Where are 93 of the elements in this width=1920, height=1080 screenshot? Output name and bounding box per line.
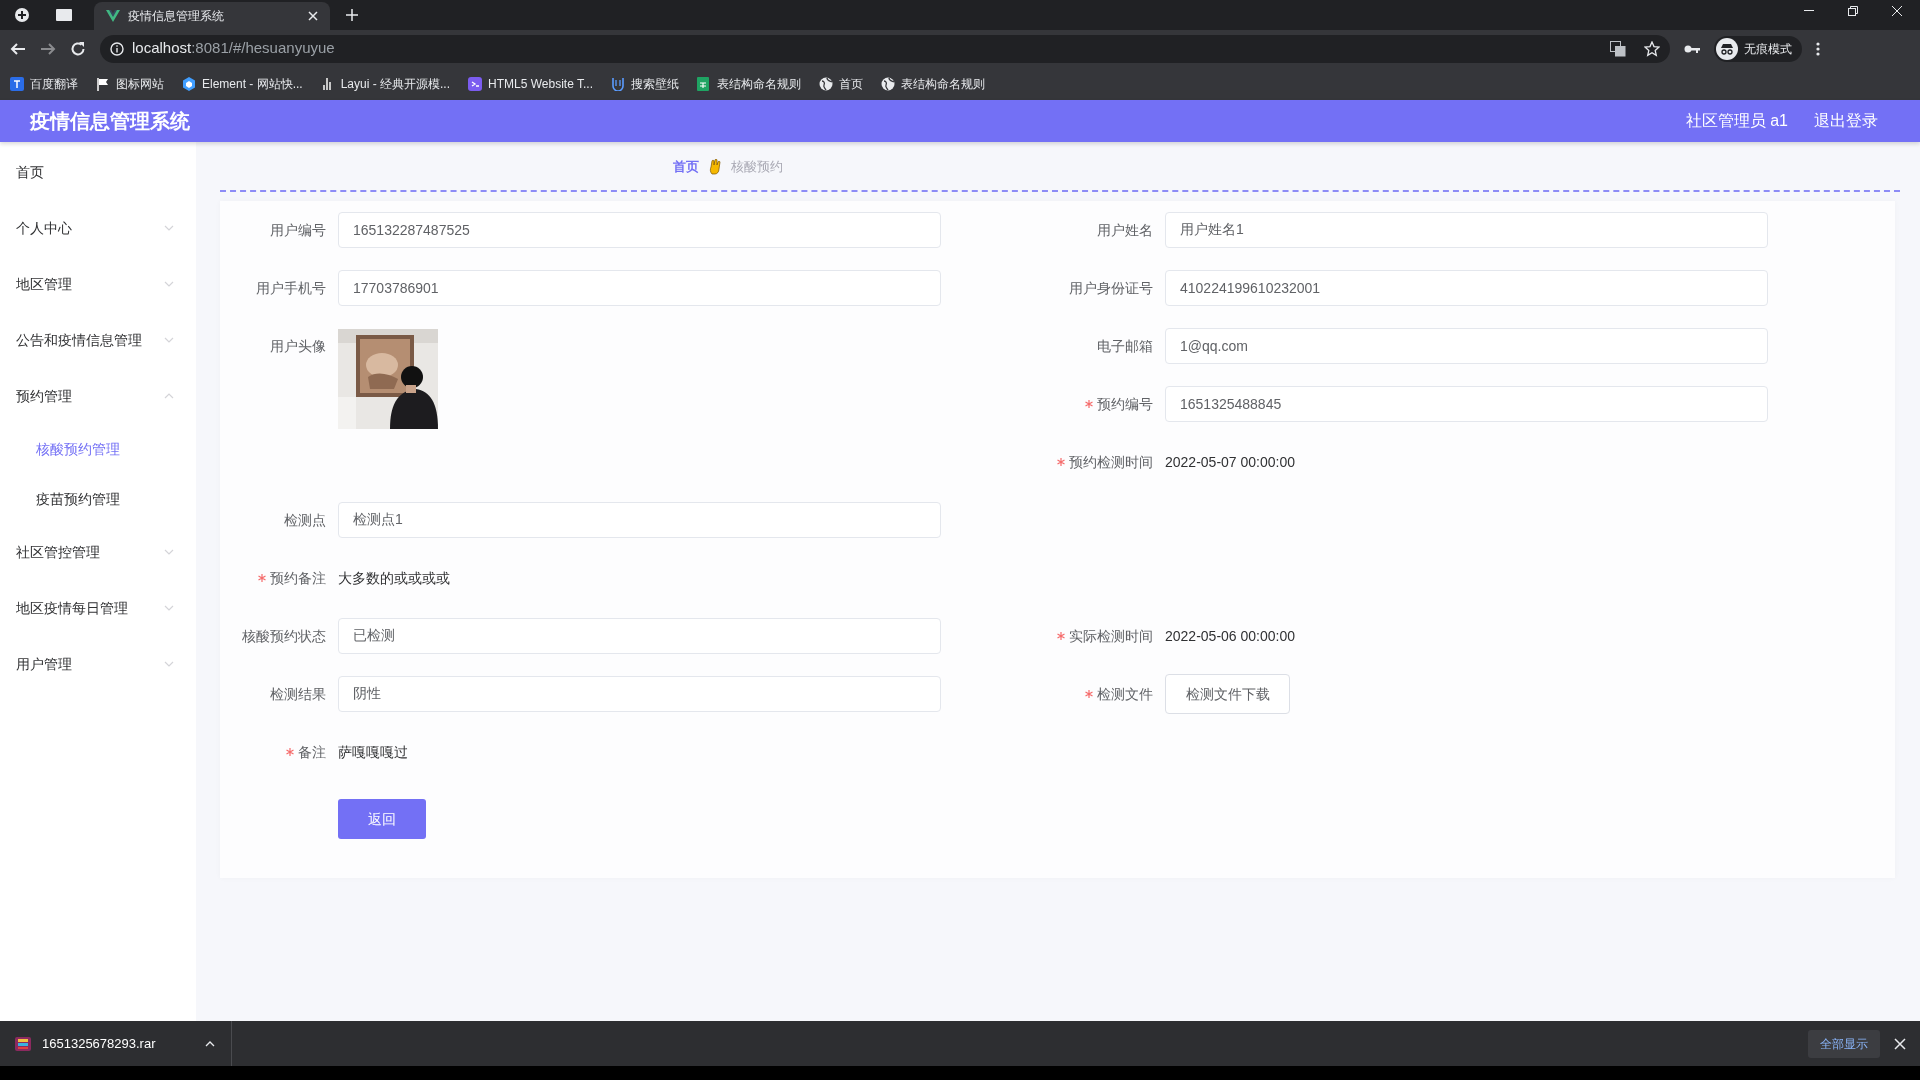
field-value: 2022-05-07 00:00:00 <box>1165 452 1295 472</box>
download-button[interactable]: 检测文件下载 <box>1165 674 1290 714</box>
key-icon[interactable] <box>1684 43 1700 54</box>
globe-icon <box>819 76 833 91</box>
terminal-icon <box>468 76 483 91</box>
input-field[interactable]: 165132287487525 <box>338 212 941 248</box>
globe-icon <box>881 76 895 91</box>
input-field[interactable]: 17703786901 <box>338 270 941 306</box>
field-label: 预约检测时间 <box>1069 452 1153 472</box>
input-field[interactable]: 检测点1 <box>338 502 941 538</box>
field-label: 用户身份证号 <box>1069 278 1153 298</box>
input-field[interactable]: 已检测 <box>338 618 941 654</box>
field-label: 预约编号 <box>1097 394 1153 414</box>
bookmark[interactable]: Element - 网站快... <box>182 74 303 93</box>
address-bar[interactable]: localhost:8081/#/hesuanyuyue <box>100 34 1670 63</box>
chevron-icon <box>164 605 174 611</box>
bookmark[interactable]: 表结构命名规则 <box>881 74 985 93</box>
input-field[interactable]: 410224199610232001 <box>1165 270 1768 306</box>
field-label: 备注 <box>298 742 326 762</box>
back-button[interactable]: 返回 <box>338 799 426 839</box>
chevron-icon <box>164 337 174 343</box>
field-label: 用户姓名 <box>1097 220 1153 240</box>
url-text: localhost:8081/#/hesuanyuyue <box>132 38 335 59</box>
chevron-icon <box>164 225 174 231</box>
sidebar-item[interactable]: 地区管理 <box>0 256 196 312</box>
field-label: 检测文件 <box>1097 684 1153 704</box>
field-label: 核酸预约状态 <box>242 626 326 646</box>
close-icon[interactable] <box>1894 1037 1906 1050</box>
more-menu-icon[interactable] <box>1816 41 1820 56</box>
chevron-icon <box>164 549 174 555</box>
translate-icon[interactable] <box>1610 40 1626 57</box>
reload-icon[interactable] <box>70 40 86 57</box>
sidebar-item[interactable]: 用户管理 <box>0 636 196 692</box>
bookmark[interactable]: 表结构命名规则 <box>697 74 801 93</box>
hexagon-icon <box>182 76 196 91</box>
field-label: 用户编号 <box>270 220 326 240</box>
tab-title: 疫情信息管理系统 <box>128 8 225 25</box>
user-name: 社区管理员 a1 <box>1685 111 1788 131</box>
sidebar-item[interactable]: 预约管理 <box>0 368 196 424</box>
bookmark[interactable]: 图标网站 <box>96 74 164 93</box>
chevron-icon <box>164 661 174 667</box>
field-value: 2022-05-06 00:00:00 <box>1165 626 1295 646</box>
field-label: 实际检测时间 <box>1069 626 1153 646</box>
input-field[interactable]: 用户姓名1 <box>1165 212 1768 248</box>
vue-logo-icon <box>106 10 120 22</box>
field-label: 检测结果 <box>270 684 326 704</box>
chevron-icon <box>164 281 174 287</box>
minimize-icon[interactable] <box>1804 10 1814 12</box>
bookmark[interactable]: 搜索壁纸 <box>611 74 679 93</box>
new-tab-icon[interactable] <box>346 9 358 21</box>
sidebar-subitem[interactable]: 核酸预约管理 <box>0 424 196 474</box>
restore-icon[interactable] <box>1848 6 1858 16</box>
bookmark[interactable]: HTML5 Website T... <box>468 74 593 93</box>
bookmark[interactable]: 百度翻译 <box>10 74 78 93</box>
sidebar-subitem[interactable]: 疫苗预约管理 <box>0 474 196 524</box>
browser-menu-icon[interactable] <box>14 7 30 23</box>
back-icon[interactable] <box>10 40 26 57</box>
field-value: 大多数的或或或或 <box>338 568 450 588</box>
archive-file-icon <box>14 1034 32 1053</box>
sidebar-item[interactable]: 社区管控管理 <box>0 524 196 580</box>
info-icon[interactable] <box>110 41 124 56</box>
star-icon[interactable] <box>1644 40 1660 57</box>
app-title: 疫情信息管理系统 <box>30 109 190 134</box>
incognito-icon <box>1716 37 1738 60</box>
flag-icon <box>96 76 110 91</box>
hand-icon <box>709 159 721 175</box>
show-all-button[interactable]: 全部显示 <box>1808 1029 1880 1058</box>
sidebar-item[interactable]: 个人中心 <box>0 200 196 256</box>
breadcrumb-item[interactable]: 首页 <box>673 157 699 177</box>
bookmark[interactable]: Layui - 经典开源模... <box>320 74 451 93</box>
translate-icon <box>10 76 24 91</box>
breadcrumb-item: 核酸预约 <box>731 158 783 177</box>
field-label: 用户头像 <box>270 337 326 356</box>
field-label: 预约备注 <box>270 568 326 588</box>
bookmark[interactable]: 首页 <box>819 74 863 93</box>
incognito-button[interactable]: 无痕模式 <box>1714 35 1802 62</box>
field-label: 检测点 <box>284 510 326 530</box>
browser-tab[interactable]: 疫情信息管理系统 <box>94 2 330 30</box>
sidebar-item[interactable]: 首页 <box>0 144 196 200</box>
input-field[interactable]: 1@qq.com <box>1165 328 1768 364</box>
caret-icon <box>205 1040 215 1047</box>
input-field[interactable]: 1651325488845 <box>1165 386 1768 422</box>
sheet-icon <box>697 76 711 91</box>
input-field[interactable]: 阴性 <box>338 676 941 712</box>
field-value: 萨嘎嘎嘎过 <box>338 742 408 762</box>
close-icon[interactable] <box>1892 6 1902 16</box>
close-icon[interactable] <box>308 11 318 21</box>
logout-link[interactable]: 退出登录 <box>1814 109 1878 133</box>
sidebar-item[interactable]: 地区疫情每日管理 <box>0 580 196 636</box>
forward-icon[interactable] <box>40 40 56 57</box>
sidebar-item[interactable]: 公告和疫情信息管理 <box>0 312 196 368</box>
field-label: 用户手机号 <box>256 278 326 298</box>
field-label: 电子邮箱 <box>1097 336 1153 356</box>
